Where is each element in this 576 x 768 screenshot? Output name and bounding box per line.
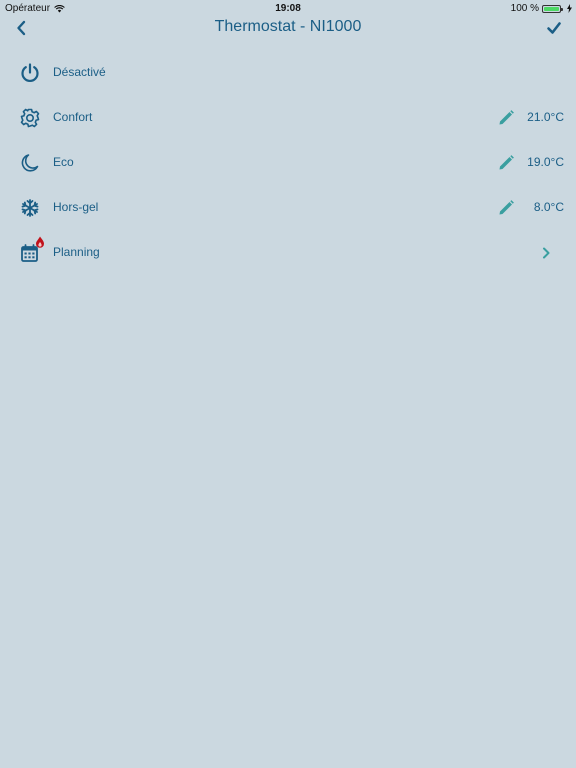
battery-percent: 100 % (510, 3, 539, 14)
flame-badge-icon (36, 236, 44, 248)
mode-label-desactive: Désactivé (53, 65, 106, 79)
mode-list: Désactivé Confort 21.0°C Eco 19.0°C Hors… (0, 50, 576, 275)
chevron-right-icon[interactable] (540, 246, 552, 260)
snowflake-icon (21, 199, 39, 217)
page-title: Thermostat - NI1000 (214, 18, 362, 35)
mode-value-hors-gel: 8.0°C (533, 200, 564, 214)
mode-label-eco: Eco (53, 155, 74, 169)
power-icon (21, 63, 39, 82)
gear-icon (20, 108, 40, 128)
moon-icon (21, 154, 39, 172)
mode-row-hors-gel[interactable]: Hors-gel 8.0°C (0, 185, 576, 230)
mode-label-confort: Confort (53, 110, 93, 124)
mode-value-confort: 21.0°C (527, 110, 564, 124)
checkmark-icon[interactable] (546, 20, 562, 36)
charging-icon (567, 4, 572, 13)
pencil-icon[interactable] (497, 109, 515, 127)
status-right: 100 % (511, 3, 572, 14)
mode-label-hors-gel: Hors-gel (53, 200, 99, 214)
pencil-icon[interactable] (497, 199, 515, 217)
mode-value-eco: 19.0°C (527, 155, 564, 169)
mode-row-desactive[interactable]: Désactivé (0, 50, 576, 95)
battery-level (544, 6, 559, 11)
status-bar: Opérateur 19:08 100 % (0, 0, 576, 16)
mode-row-planning[interactable]: Planning (0, 230, 576, 275)
pencil-icon[interactable] (497, 154, 515, 172)
battery-icon (542, 4, 563, 13)
navigation-bar: Thermostat - NI1000 (0, 16, 576, 40)
mode-row-eco[interactable]: Eco 19.0°C (0, 140, 576, 185)
mode-label-planning: Planning (53, 245, 100, 259)
status-time: 19:08 (275, 3, 301, 14)
mode-row-confort[interactable]: Confort 21.0°C (0, 95, 576, 140)
